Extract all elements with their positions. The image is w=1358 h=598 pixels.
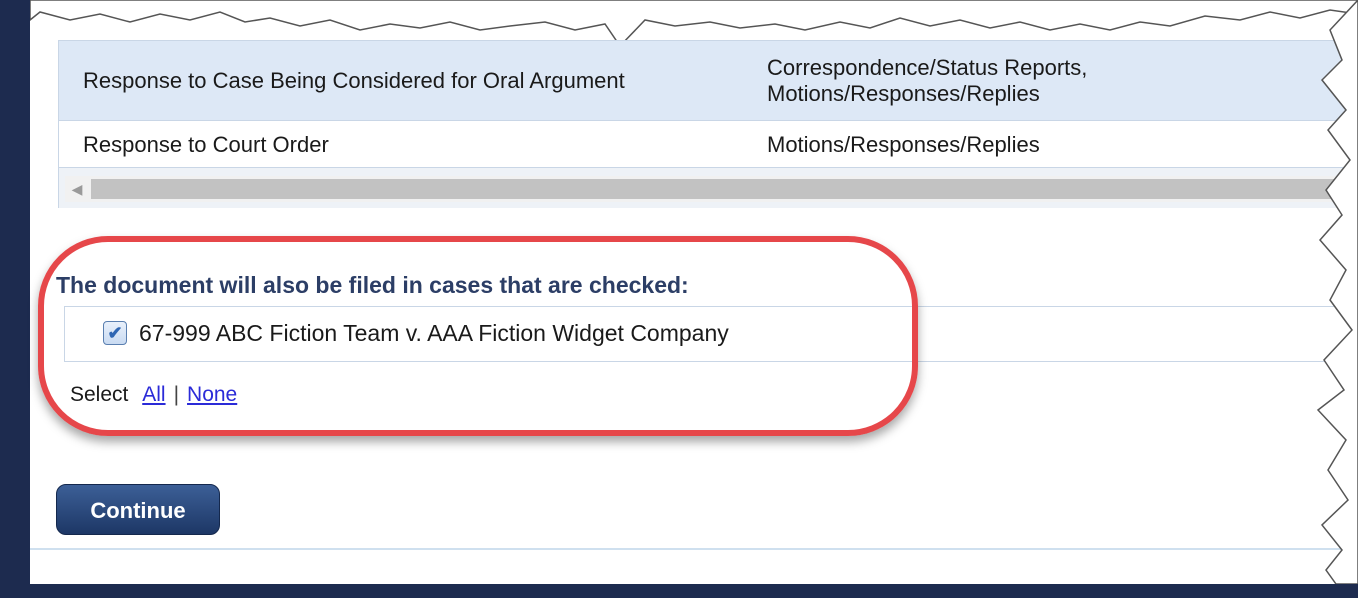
category-cell: Correspondence/Status Reports, Motions/R… xyxy=(767,55,1287,107)
document-type-cell: Response to Court Order xyxy=(83,132,329,157)
category-line: Motions/Responses/Replies xyxy=(767,81,1040,106)
page-content: Response to Case Being Considered for Or… xyxy=(30,0,1358,584)
category-line: Correspondence/Status Reports, xyxy=(767,55,1088,80)
category-cell: Motions/Responses/Replies xyxy=(767,132,1040,157)
document-type-table: Response to Case Being Considered for Or… xyxy=(58,40,1358,208)
table-row[interactable]: Response to Court Order Motions/Response… xyxy=(59,120,1358,168)
window-frame-bottom xyxy=(0,584,1358,598)
related-cases-list: ✔ 67-999 ABC Fiction Team v. AAA Fiction… xyxy=(64,306,1358,362)
related-cases-heading: The document will also be filed in cases… xyxy=(56,272,689,298)
select-label: Select xyxy=(70,383,129,406)
select-separator: | xyxy=(173,383,180,406)
scrollbar-thumb[interactable] xyxy=(91,179,1358,199)
chevron-left-icon[interactable]: ◀ xyxy=(65,176,89,202)
select-controls: Select All | None xyxy=(70,383,237,407)
table-row[interactable]: Response to Case Being Considered for Or… xyxy=(59,40,1358,120)
case-checkbox[interactable]: ✔ xyxy=(103,321,127,345)
horizontal-scrollbar[interactable]: ◀ xyxy=(65,176,1358,202)
continue-button[interactable]: Continue xyxy=(56,484,220,535)
case-label[interactable]: 67-999 ABC Fiction Team v. AAA Fiction W… xyxy=(139,320,729,347)
select-all-link[interactable]: All xyxy=(142,383,165,406)
select-none-link[interactable]: None xyxy=(187,383,237,406)
document-type-cell: Response to Case Being Considered for Or… xyxy=(83,68,625,93)
window-frame-left xyxy=(0,0,30,598)
torn-edge-top xyxy=(30,0,1358,40)
divider xyxy=(30,548,1358,550)
